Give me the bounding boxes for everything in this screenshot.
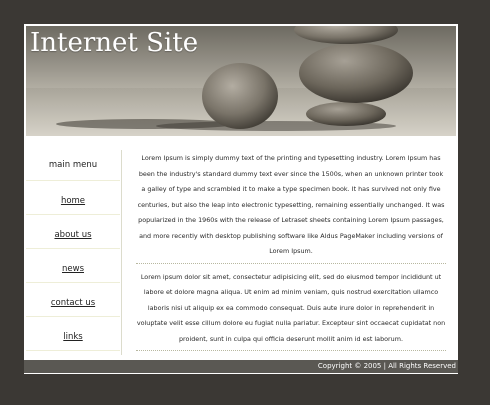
nav-link-about-us[interactable]: about us [54,230,91,240]
nav-item-about-us: about us [26,215,120,249]
page-frame: Internet Site main menu home about us ne… [24,24,458,374]
footer-bar: Copyright © 2005 | All Rights Reserved [24,360,458,373]
header-banner: Internet Site [26,26,456,136]
sidebar-divider [121,150,122,355]
nav-item-links: links [26,317,120,351]
nav-link-links[interactable]: links [63,332,82,342]
nav-link-news[interactable]: news [62,264,84,274]
sidebar-menu: main menu home about us news contact us … [26,150,120,354]
content-paragraph-2: Lorem ipsum dolor sit amet, consectetur … [136,270,446,351]
menu-heading: main menu [26,150,120,181]
content-paragraph-1: Lorem Ipsum is simply dummy text of the … [136,151,446,264]
nav-link-home[interactable]: home [61,196,85,206]
nav-link-contact-us[interactable]: contact us [51,298,95,308]
main-content: Lorem Ipsum is simply dummy text of the … [136,151,446,357]
nav-item-news: news [26,249,120,283]
nav-item-contact-us: contact us [26,283,120,317]
nav-item-home: home [26,181,120,215]
copyright-text: Copyright © 2005 | All Rights Reserved [317,362,456,370]
site-title: Internet Site [30,28,199,58]
